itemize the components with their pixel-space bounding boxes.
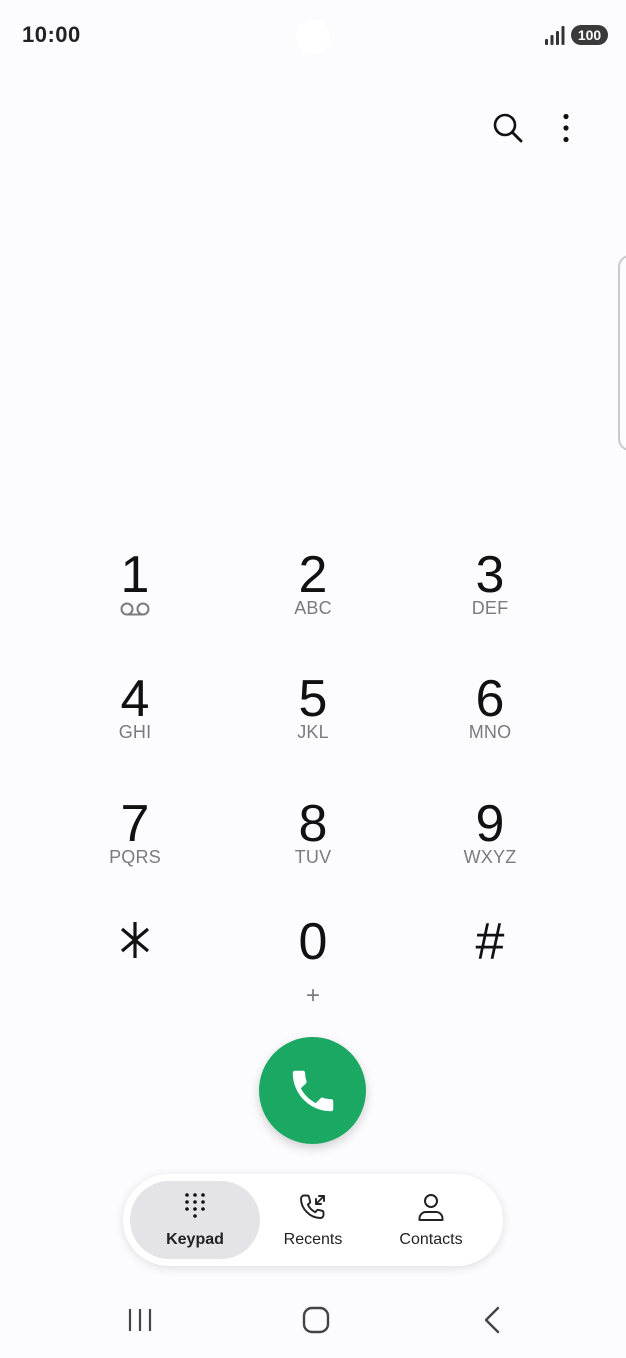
back-icon	[484, 1306, 500, 1334]
key-digit: 5	[298, 670, 328, 728]
key-5[interactable]: 5 JKL	[233, 671, 393, 781]
recent-apps-icon	[128, 1309, 152, 1331]
key-letters: ABC	[294, 598, 332, 618]
key-9[interactable]: 9 WXYZ	[410, 796, 570, 906]
key-digit: 8	[298, 795, 328, 853]
key-star[interactable]: *	[55, 914, 215, 1024]
key-4[interactable]: 4 GHI	[55, 671, 215, 781]
person-icon	[418, 1194, 444, 1221]
asterisk-icon	[120, 922, 150, 958]
key-3[interactable]: 3 DEF	[410, 547, 570, 657]
key-2[interactable]: 2 ABC	[233, 547, 393, 657]
key-letters: MNO	[468, 722, 512, 742]
key-1[interactable]: 1	[55, 547, 215, 657]
tab-keypad[interactable]: Keypad	[130, 1181, 260, 1259]
key-digit: 4	[120, 670, 150, 728]
key-digit: 7	[120, 795, 150, 853]
voicemail-icon	[120, 602, 150, 616]
edge-panel-handle[interactable]	[618, 255, 626, 451]
back-button[interactable]	[472, 1302, 512, 1338]
search-icon	[493, 113, 523, 143]
key-letters: WXYZ	[463, 847, 517, 867]
key-digit: 9	[475, 795, 505, 853]
signal-bars-icon	[545, 26, 565, 45]
dialpad-icon	[185, 1193, 205, 1218]
key-digit: 0	[298, 913, 328, 971]
more-options-button[interactable]	[546, 108, 586, 148]
key-letters: TUV	[294, 847, 332, 867]
search-button[interactable]	[488, 108, 528, 148]
call-button[interactable]	[259, 1037, 366, 1144]
tab-label: Contacts	[399, 1231, 463, 1248]
key-plus: +	[305, 982, 320, 1009]
key-hash[interactable]: #	[410, 914, 570, 1024]
tab-label: Recents	[283, 1231, 343, 1248]
camera-cutout	[296, 20, 330, 54]
phone-icon	[292, 1070, 333, 1111]
key-6[interactable]: 6 MNO	[410, 671, 570, 781]
key-letters: PQRS	[109, 847, 161, 867]
status-time: 10:00	[22, 22, 81, 47]
battery-level: 100	[571, 25, 608, 45]
key-digit: 6	[475, 670, 505, 728]
dialer-screen: 10:00 100 1 2 ABC 3 DEF 4 GHI 5 JKL 6 MN…	[0, 0, 626, 1358]
key-digit: #	[475, 913, 505, 971]
tab-recents[interactable]: Recents	[248, 1181, 378, 1259]
key-7[interactable]: 7 PQRS	[55, 796, 215, 906]
key-8[interactable]: 8 TUV	[233, 796, 393, 906]
tab-contacts[interactable]: Contacts	[366, 1181, 496, 1259]
recent-apps-button[interactable]	[120, 1302, 160, 1338]
recent-calls-icon	[300, 1194, 325, 1219]
key-digit: 1	[120, 546, 150, 604]
key-letters: DEF	[471, 598, 509, 618]
home-button[interactable]	[296, 1302, 336, 1338]
key-digit: 3	[475, 546, 505, 604]
key-0[interactable]: 0 +	[233, 914, 393, 1024]
more-vert-icon	[563, 113, 569, 143]
key-digit: 2	[298, 546, 328, 604]
key-letters: JKL	[297, 722, 329, 742]
tab-label: Keypad	[166, 1231, 224, 1248]
home-icon	[302, 1306, 330, 1334]
bottom-tab-bar: Keypad Recents Contacts	[123, 1174, 503, 1266]
key-letters: GHI	[118, 722, 152, 742]
